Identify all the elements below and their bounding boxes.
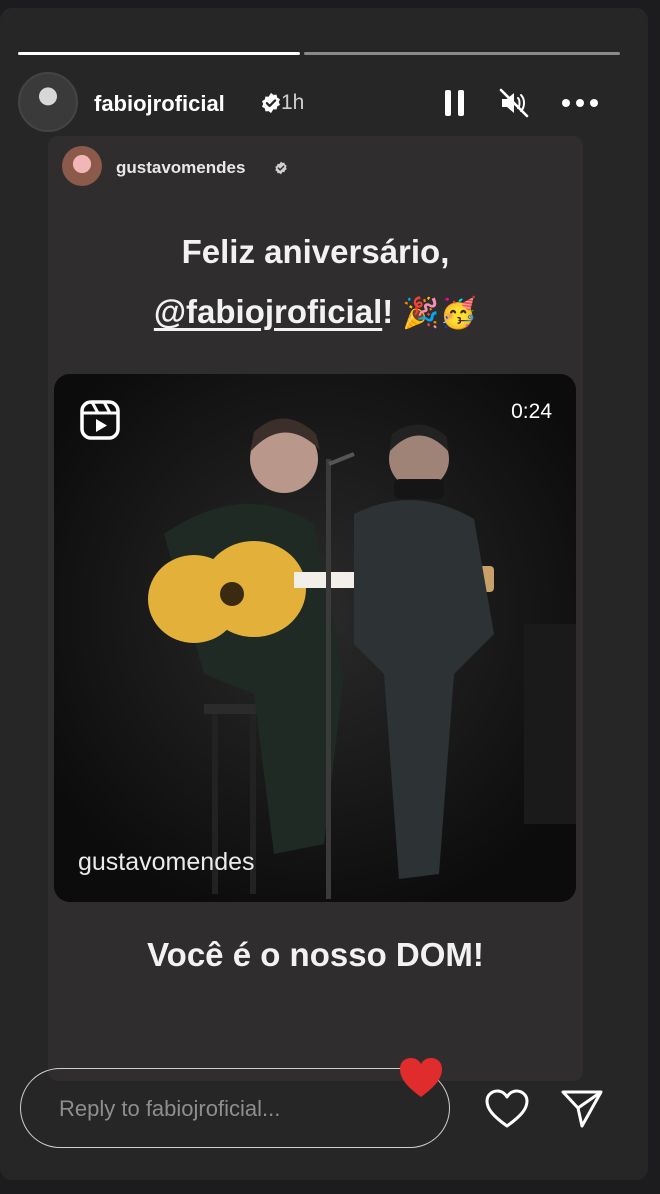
pause-icon[interactable] [444,90,466,116]
video-frame-image [54,374,576,902]
verified-icon [262,92,280,114]
video-duration: 0:24 [511,400,552,423]
greeting-line2: @fabiojroficial! 🎉🥳 [48,282,583,344]
progress-segment-done [18,52,300,55]
heart-reaction-icon [400,1058,442,1097]
story-progress [18,52,620,56]
avatar[interactable] [18,72,78,132]
mention-link[interactable]: @fabiojroficial [154,293,382,330]
story-username[interactable]: fabiojroficial [94,91,225,117]
heart-icon[interactable] [484,1088,530,1130]
progress-segment-remaining [304,52,620,55]
mute-icon[interactable] [498,87,530,119]
party-emoji: 🎉🥳 [402,297,478,330]
story-time: 1h [281,91,305,114]
reel-video[interactable]: 0:24 gustavomendes [54,374,576,902]
greeting-line1: Feliz aniversário, [181,233,450,270]
story-caption: Você é o nosso DOM! [147,936,484,973]
reply-input[interactable] [57,1091,421,1127]
greeting-exclaim: ! [382,293,394,330]
reply-field[interactable] [20,1068,450,1148]
story-header: fabiojroficial 1h [18,72,628,132]
verified-icon [275,161,287,175]
reels-icon [80,400,120,440]
shared-avatar[interactable] [62,146,102,186]
greeting-text: Feliz aniversário, @fabiojroficial! 🎉🥳 [48,222,583,344]
shared-username[interactable]: gustavomendes [116,158,245,178]
more-icon[interactable] [560,90,600,116]
shared-story-card[interactable]: gustavomendes Feliz aniversário, @fabioj… [48,136,583,1081]
send-icon[interactable] [560,1088,604,1130]
video-username: gustavomendes [78,848,255,876]
